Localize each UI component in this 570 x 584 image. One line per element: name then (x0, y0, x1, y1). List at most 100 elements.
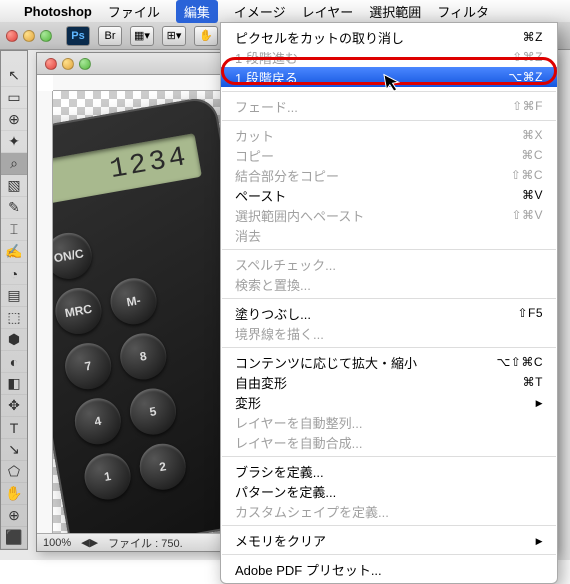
minimize-button[interactable] (23, 30, 35, 42)
menu-item: スペルチェック... (221, 254, 557, 274)
tool-0[interactable]: ↖ (1, 65, 27, 87)
menu-item: カスタムシェイプを定義... (221, 501, 557, 521)
menu-file[interactable]: ファイル (108, 2, 160, 21)
menu-item-label: カット (235, 126, 274, 145)
tool-4[interactable]: ⌕ (1, 153, 27, 175)
bridge-icon[interactable]: Br (98, 26, 122, 46)
menu-item-label: レイヤーを自動整列... (235, 413, 362, 432)
menu-separator (222, 120, 556, 121)
menu-item[interactable]: ピクセルをカットの取り消し ⌘Z (221, 27, 557, 47)
menu-item-label: 1 段階進む (235, 48, 298, 67)
menu-item-label: ブラシを定義... (235, 462, 324, 481)
tools-panel: ↖▭⊕✦⌕▧✎⌶✍◔▤⬚⬢◐◧✥T↘⬠✋⊕⬛ (0, 50, 28, 550)
tool-5[interactable]: ▧ (1, 175, 27, 197)
menu-shortcut: ⇧⌘F (512, 99, 543, 113)
menu-item-label: カスタムシェイプを定義... (235, 502, 389, 521)
ps-icon[interactable]: Ps (66, 26, 90, 46)
tool-14[interactable]: ◧ (1, 373, 27, 395)
app-window-controls (6, 30, 52, 42)
menu-item-label: ペースト (235, 186, 286, 205)
tool-20[interactable]: ⊕ (1, 505, 27, 527)
tool-3[interactable]: ✦ (1, 131, 27, 153)
menu-image[interactable]: イメージ (234, 2, 286, 21)
doc-minimize-button[interactable] (62, 58, 74, 70)
menu-item[interactable]: パターンを定義... (221, 481, 557, 501)
calc-button-7: 7 (61, 339, 114, 392)
menu-item-label: スペルチェック... (235, 255, 336, 274)
calc-button-1: 1 (81, 450, 134, 503)
menu-item: 1 段階進む ⇧⌘Z (221, 47, 557, 67)
menu-select[interactable]: 選択範囲 (369, 2, 421, 21)
zoom-level[interactable]: 100% (43, 537, 71, 549)
menu-item: 検索と置換... (221, 274, 557, 294)
menu-item[interactable]: 塗りつぶし...⇧F5 (221, 303, 557, 323)
menu-item-label: 選択範囲内へペースト (235, 206, 364, 225)
submenu-arrow-icon (536, 395, 543, 409)
tool-11[interactable]: ⬚ (1, 307, 27, 329)
menu-item-label: 自由変形 (235, 373, 287, 392)
tool-7[interactable]: ⌶ (1, 219, 27, 241)
calc-button-MRC: MRC (53, 284, 105, 337)
zoom-button[interactable] (40, 30, 52, 42)
tool-18[interactable]: ⬠ (1, 461, 27, 483)
menu-separator (222, 525, 556, 526)
menu-shortcut: ⌘T (523, 375, 543, 389)
menu-item-label: 結合部分をコピー (235, 166, 339, 185)
menu-shortcut: ⇧⌘C (511, 168, 543, 182)
menu-item[interactable]: コンテンツに応じて拡大・縮小⌥⇧⌘C (221, 352, 557, 372)
calc-button-4: 4 (71, 395, 124, 448)
menu-separator (222, 91, 556, 92)
menu-item[interactable]: 変形 (221, 392, 557, 412)
menu-item-label: 境界線を描く... (235, 324, 324, 343)
doc-close-button[interactable] (45, 58, 57, 70)
menu-item[interactable]: 1 段階戻る⌥⌘Z (221, 67, 557, 87)
menu-shortcut: ⌘Z (523, 30, 543, 44)
tool-21[interactable]: ⬛ (1, 527, 27, 549)
doc-zoom-button[interactable] (79, 58, 91, 70)
menu-item: 消去 (221, 225, 557, 245)
tool-12[interactable]: ⬢ (1, 329, 27, 351)
menubar: Photoshop ファイル 編集 イメージ レイヤー 選択範囲 フィルタ (0, 0, 570, 22)
tool-15[interactable]: ✥ (1, 395, 27, 417)
menu-item: レイヤーを自動合成... (221, 432, 557, 452)
tool-8[interactable]: ✍ (1, 241, 27, 263)
menu-shortcut: ⇧⌘Z (512, 50, 543, 64)
app-name[interactable]: Photoshop (24, 4, 92, 19)
tool-17[interactable]: ↘ (1, 439, 27, 461)
menu-item-label: コンテンツに応じて拡大・縮小 (235, 353, 417, 372)
menu-item[interactable]: ブラシを定義... (221, 461, 557, 481)
tool-19[interactable]: ✋ (1, 483, 27, 505)
tool-10[interactable]: ▤ (1, 285, 27, 307)
menu-separator (222, 249, 556, 250)
menu-separator (222, 347, 556, 348)
menu-separator (222, 298, 556, 299)
tool-1[interactable]: ▭ (1, 87, 27, 109)
menu-layer[interactable]: レイヤー (302, 2, 354, 21)
menu-item-label: 検索と置換... (235, 275, 311, 294)
menu-item[interactable]: メモリをクリア (221, 530, 557, 550)
calc-button-2: 2 (136, 440, 189, 493)
menu-item-label: 1 段階戻る (235, 68, 298, 87)
menu-item: コピー⌘C (221, 145, 557, 165)
tool-6[interactable]: ✎ (1, 197, 27, 219)
edit-menu-dropdown: ピクセルをカットの取り消し⌘Z1 段階進む⇧⌘Z1 段階戻る⌥⌘Zフェード...… (220, 22, 558, 584)
menu-item-label: ピクセルをカットの取り消し (235, 28, 404, 47)
calc-button-ON/C: ON/C (53, 229, 95, 282)
hand-tool-shortcut-icon[interactable]: ✋ (194, 26, 218, 46)
tool-9[interactable]: ◔ (1, 263, 27, 285)
menu-edit[interactable]: 編集 (176, 0, 218, 23)
close-button[interactable] (6, 30, 18, 42)
tool-13[interactable]: ◐ (1, 351, 27, 373)
menu-item-label: 消去 (235, 226, 261, 245)
menu-separator (222, 554, 556, 555)
tool-16[interactable]: T (1, 417, 27, 439)
menu-item[interactable]: Adobe PDF プリセット... (221, 559, 557, 579)
calc-button-M-: M- (107, 275, 160, 328)
menu-item[interactable]: 自由変形 ⌘T (221, 372, 557, 392)
menu-filter[interactable]: フィルタ (437, 2, 489, 21)
screen-mode-icon[interactable]: ▦▾ (130, 26, 154, 46)
file-info: ファイル : 750. (108, 535, 183, 551)
tool-2[interactable]: ⊕ (1, 109, 27, 131)
zoom-level-icon[interactable]: ⊞▾ (162, 26, 186, 46)
menu-item[interactable]: ペースト⌘V (221, 185, 557, 205)
